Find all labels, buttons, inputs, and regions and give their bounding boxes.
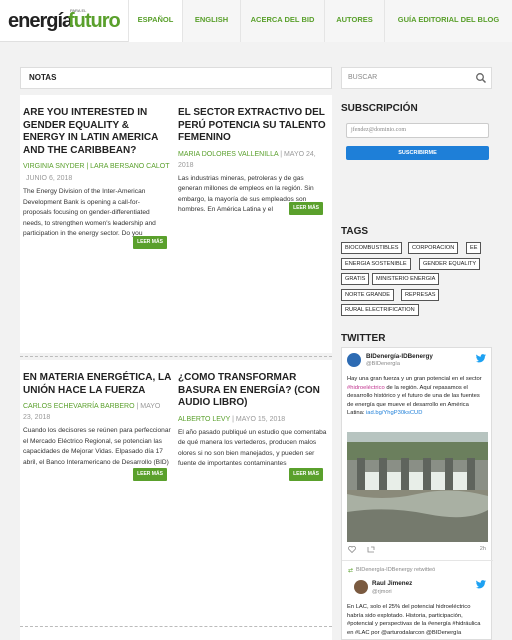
tag[interactable]: REPRESAS	[401, 289, 440, 301]
tweet-author[interactable]: BIDenergía-IDBenergy	[366, 353, 433, 360]
tag[interactable]: ENERGIA SOSTENIBLE	[341, 258, 411, 270]
tag[interactable]: GENDER EQUALITY	[419, 258, 481, 270]
tweet-author[interactable]: Raul Jimenez	[372, 580, 412, 587]
twitter-title: TWITTER	[341, 333, 386, 344]
tags-title: TAGS	[341, 226, 369, 237]
search-icon[interactable]	[475, 72, 487, 84]
tag[interactable]: BIOCOMBUSTIBLES	[341, 242, 403, 254]
post-author[interactable]: ALBERTO LEVY	[178, 416, 230, 423]
subscribe-button[interactable]: SUSCRIBIRME	[346, 146, 489, 160]
site-logo[interactable]: energía PARA EL futuro	[8, 6, 128, 36]
tweet-hashtag[interactable]: #hidroeléctrico	[347, 385, 385, 391]
nav-item-autores[interactable]: AUTORES	[324, 0, 384, 42]
divider	[20, 626, 332, 627]
post-author[interactable]: MARIA DOLORES VALLENILLA	[178, 151, 278, 158]
tag[interactable]: NORTE GRANDE	[341, 289, 394, 301]
tweet-link[interactable]: iad.bg/YhgP30ksCUD	[366, 410, 422, 416]
notas-header: NOTAS	[20, 67, 332, 89]
tag[interactable]: EE	[466, 242, 482, 254]
tweet-image[interactable]	[347, 432, 488, 542]
tag[interactable]: MINISTERIO ENERGIA	[372, 273, 440, 285]
tweet-handle[interactable]: @rjmori	[372, 589, 392, 595]
email-field[interactable]: jfendez@dominio.com	[346, 123, 489, 138]
tweet-time[interactable]: 2h	[480, 546, 486, 552]
tag[interactable]: GRATIS	[341, 273, 370, 285]
post-card: EL SECTOR EXTRACTIVO DEL PERÚ POTENCIA S…	[176, 95, 332, 353]
twitter-timeline[interactable]: BIDenergía-IDBenergy @BIDenergía Hay una…	[341, 347, 493, 640]
avatar[interactable]	[347, 353, 361, 367]
nav-item-acerca[interactable]: ACERCA DEL BID	[240, 0, 324, 42]
twitter-bird-icon[interactable]	[476, 354, 486, 363]
tweet-text: Hay una gran fuerza y un gran potencial …	[347, 376, 482, 416]
top-header: energía PARA EL futuro ESPAÑOL ENGLISH A…	[0, 0, 512, 42]
retweet-note: BIDenergía-IDBenergy retwitteó	[356, 567, 436, 573]
post-title[interactable]: ARE YOU INTERESTED IN GENDER EQUALITY & …	[23, 107, 171, 157]
tweet-handle[interactable]: @BIDenergía	[366, 361, 400, 367]
heart-icon[interactable]	[348, 546, 356, 553]
read-more-button[interactable]: LEER MÁS	[133, 468, 167, 481]
post-card: ¿COMO TRANSFORMAR BASURA EN ENERGÍA? (CO…	[176, 360, 332, 640]
read-more-button[interactable]: LEER MÁS	[133, 236, 167, 249]
post-card: EN MATERIA ENERGÉTICA, LA UNIÓN HACE LA …	[20, 360, 176, 640]
share-icon[interactable]	[367, 546, 375, 553]
dam-photo	[347, 432, 488, 542]
post-title[interactable]: ¿COMO TRANSFORMAR BASURA EN ENERGÍA? (CO…	[178, 372, 326, 410]
read-more-button[interactable]: LEER MÁS	[289, 468, 323, 481]
tweet-text: En LAC, solo el 25% del potencial hidroe…	[347, 604, 481, 636]
divider	[20, 356, 332, 357]
post-title[interactable]: EL SECTOR EXTRACTIVO DEL PERÚ POTENCIA S…	[178, 107, 326, 145]
tag[interactable]: CORPORACION	[408, 242, 459, 254]
tag[interactable]: RURAL ELECTRIFICATION	[341, 304, 419, 316]
read-more-button[interactable]: LEER MÁS	[289, 202, 323, 215]
avatar[interactable]	[354, 580, 368, 594]
subscription-title: SUBSCRIPCIÓN	[341, 103, 418, 114]
post-author[interactable]: VIRGINIA SNYDER | LARA BERSANO CALOT	[23, 163, 170, 170]
nav-item-english[interactable]: ENGLISH	[182, 0, 240, 42]
post-date: MAYO 15, 2018	[235, 415, 286, 423]
search-input[interactable]: BUSCAR	[348, 74, 377, 81]
search-box[interactable]: BUSCAR	[341, 67, 492, 89]
divider	[342, 560, 493, 561]
nav-item-espanol[interactable]: ESPAÑOL	[128, 0, 182, 42]
post-excerpt: The Energy Division of the Inter-America…	[23, 188, 156, 237]
main-nav: ESPAÑOL ENGLISH ACERCA DEL BID AUTORES G…	[128, 0, 512, 42]
post-excerpt: El año pasado publiqué un estudio que co…	[178, 428, 327, 468]
nav-item-guia[interactable]: GUÍA EDITORIAL DEL BLOG	[384, 0, 512, 42]
post-author[interactable]: CARLOS ECHEVARRÍA BARBERO	[23, 403, 135, 410]
retweet-icon: ⇄	[348, 568, 354, 574]
post-card: ARE YOU INTERESTED IN GENDER EQUALITY & …	[20, 95, 176, 353]
post-title[interactable]: EN MATERIA ENERGÉTICA, LA UNIÓN HACE LA …	[23, 372, 171, 397]
twitter-bird-icon[interactable]	[476, 580, 486, 589]
post-excerpt: Cuando los decisores se reúnen para perf…	[23, 427, 171, 466]
post-date: JUNIO 6, 2018	[26, 175, 73, 182]
